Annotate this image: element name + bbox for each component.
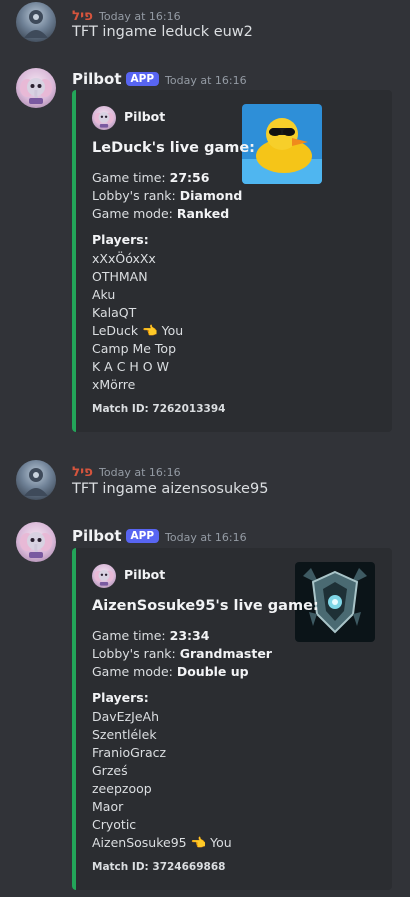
player-item: FranioGracz: [92, 745, 167, 760]
player-item: Maor: [92, 799, 124, 814]
elephant-bot-avatar-icon[interactable]: [16, 522, 56, 562]
user-avatar-icon[interactable]: [16, 460, 56, 500]
player-item: zeepzoop: [92, 781, 152, 796]
player-item: xMörre: [92, 377, 136, 392]
embed-title: AizenSosuke95's live game:: [92, 598, 319, 614]
embed-author-name[interactable]: Pilbot: [124, 567, 165, 582]
player-item: KalaQT: [92, 305, 137, 320]
match-id: Match ID: 3724669868: [92, 861, 226, 873]
field-lobby-rank: Lobby's rank: Grandmaster: [92, 646, 272, 661]
player-item: Camp Me Top: [92, 341, 177, 356]
player-item: Szentlélek: [92, 727, 157, 742]
embed-card: Pilbot AizenSosuke95's live game: Game t…: [72, 548, 392, 890]
elephant-bot-avatar-icon[interactable]: [16, 68, 56, 108]
app-badge: APP: [125, 72, 160, 86]
message-user-2: פיל Today at 16:16 TFT ingame aizensosuke…: [0, 458, 410, 508]
players-heading: Players:: [92, 690, 149, 705]
field-game-time: Game time: 23:34: [92, 628, 210, 643]
player-item: xXxÖóxXx: [92, 251, 156, 266]
embed-title: LeDuck's live game:: [92, 140, 255, 156]
message-user-1: פיל Today at 16:16 TFT ingame leduck euw2: [0, 0, 410, 50]
players-heading: Players:: [92, 232, 149, 247]
timestamp: Today at 16:16: [99, 466, 181, 479]
field-game-mode: Game mode: Double up: [92, 664, 249, 679]
message-bot-1: Pilbot APP Today at 16:16 Pilbot LeDuck's …: [0, 64, 410, 444]
message-text: TFT ingame aizensosuke95: [72, 481, 269, 497]
author-name[interactable]: פיל: [72, 8, 93, 24]
timestamp: Today at 16:16: [99, 10, 181, 23]
user-avatar-icon[interactable]: [16, 2, 56, 42]
elephant-bot-avatar-icon: [92, 106, 116, 130]
player-item: Aku: [92, 287, 116, 302]
match-id: Match ID: 7262013394: [92, 403, 226, 415]
player-item: K A C H O W: [92, 359, 169, 374]
player-item: Grześ: [92, 763, 128, 778]
embed-card: Pilbot LeDuck's live game: Game time: 27…: [72, 90, 392, 432]
field-game-time: Game time: 27:56: [92, 170, 210, 185]
player-item: AizenSosuke95 👈 You: [92, 835, 232, 850]
app-badge: APP: [125, 529, 160, 543]
message-bot-2: Pilbot APP Today at 16:16 Pilbot AizenSosu…: [0, 518, 410, 897]
field-game-mode: Game mode: Ranked: [92, 206, 230, 221]
author-name[interactable]: Pilbot: [72, 527, 122, 545]
embed-author-name[interactable]: Pilbot: [124, 109, 165, 124]
timestamp: Today at 16:16: [165, 531, 247, 544]
author-name[interactable]: Pilbot: [72, 70, 122, 88]
player-item: OTHMAN: [92, 269, 148, 284]
message-text: TFT ingame leduck euw2: [72, 24, 253, 40]
player-item: DavEzJeAh: [92, 709, 159, 724]
field-lobby-rank: Lobby's rank: Diamond: [92, 188, 243, 203]
elephant-bot-avatar-icon: [92, 564, 116, 588]
player-item: Cryotic: [92, 817, 137, 832]
author-name[interactable]: פיל: [72, 464, 93, 480]
player-item: LeDuck 👈 You: [92, 323, 184, 338]
timestamp: Today at 16:16: [165, 74, 247, 87]
